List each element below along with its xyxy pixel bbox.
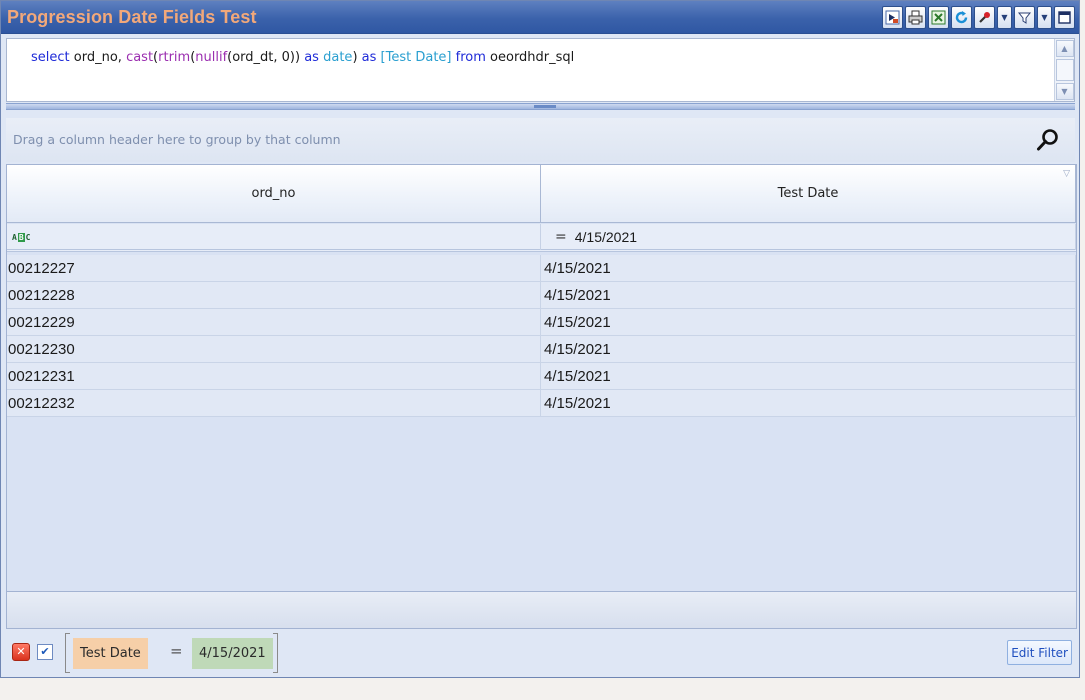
clear-filter-icon[interactable]: ✕ (12, 643, 30, 661)
tools-icon[interactable] (974, 6, 995, 29)
print-icon[interactable] (905, 6, 926, 29)
sql-token: select (31, 50, 70, 65)
column-header-test-date[interactable]: Test Date ▽ (541, 165, 1076, 223)
sql-editor[interactable]: select ord_no, cast(rtrim(nullif(ord_dt,… (6, 38, 1075, 102)
table-row[interactable]: 00212228 4/15/2021 (7, 282, 1076, 309)
column-header-label: Test Date (777, 186, 839, 201)
sql-token: as (304, 50, 319, 65)
dropdown-icon[interactable]: ▼ (1037, 6, 1052, 29)
filter-bar: ✕ ✔ Test Date = 4/15/2021 Edit Filter (6, 631, 1077, 675)
filter-value[interactable]: 4/15/2021 (192, 638, 273, 669)
table-row[interactable]: 00212227 4/15/2021 (7, 255, 1076, 282)
sql-token: from (455, 50, 486, 65)
column-header-ord-no[interactable]: ord_no (7, 165, 541, 223)
group-panel-hint: Drag a column header here to group by th… (13, 132, 341, 147)
grid-footer (6, 592, 1077, 629)
sql-token: cast (126, 50, 154, 65)
cell-test-date[interactable]: 4/15/2021 (541, 255, 1076, 281)
sql-query-text[interactable]: select ord_no, cast(rtrim(nullif(ord_dt,… (31, 50, 574, 65)
sql-token: date (323, 50, 353, 65)
sql-token: as (361, 50, 377, 65)
group-by-panel[interactable]: Drag a column header here to group by th… (6, 118, 1075, 162)
filter-bracket-close (273, 633, 278, 673)
auto-filter-cell-test-date[interactable]: = 4/15/2021 (541, 224, 1076, 250)
excel-export-icon[interactable] (928, 6, 949, 29)
table-row[interactable]: 00212231 4/15/2021 (7, 363, 1076, 390)
sql-token: ord_no, (69, 50, 127, 65)
grid-rows: 00212227 4/15/2021 00212228 4/15/2021 002122… (7, 255, 1076, 417)
cell-ord-no[interactable]: 00212231 (7, 363, 541, 389)
cell-ord-no[interactable]: 00212227 (7, 255, 541, 281)
window-title: Progression Date Fields Test (7, 7, 257, 27)
run-icon[interactable] (882, 6, 903, 29)
refresh-icon[interactable] (951, 6, 972, 29)
cell-test-date[interactable]: 4/15/2021 (541, 336, 1076, 362)
cell-test-date[interactable]: 4/15/2021 (541, 282, 1076, 308)
table-row[interactable]: 00212230 4/15/2021 (7, 336, 1076, 363)
table-row[interactable]: 00212232 4/15/2021 (7, 390, 1076, 417)
cell-ord-no[interactable]: 00212229 (7, 309, 541, 335)
grid-header: ord_no Test Date ▽ (7, 165, 1076, 223)
maximize-icon[interactable] (1054, 6, 1075, 29)
sql-token: (ord_dt, 0)) (227, 50, 305, 65)
filter-operator[interactable]: = (170, 642, 183, 660)
splitter-grip[interactable] (534, 105, 556, 108)
sql-token: [Test Date] (380, 50, 452, 65)
scroll-up-icon[interactable]: ▲ (1055, 40, 1074, 57)
scroll-down-icon[interactable]: ▼ (1055, 83, 1074, 100)
editor-grid-splitter[interactable] (6, 103, 1075, 110)
dropdown-icon[interactable]: ▼ (997, 6, 1012, 29)
filter-field-name[interactable]: Test Date (73, 638, 148, 669)
auto-filter-operator[interactable]: = (555, 229, 567, 245)
cell-ord-no[interactable]: 00212232 (7, 390, 541, 416)
cell-test-date[interactable]: 4/15/2021 (541, 309, 1076, 335)
query-window: Progression Date Fields Test ▼ ▼ select … (0, 0, 1080, 678)
sql-token: ) (352, 50, 362, 65)
cell-test-date[interactable]: 4/15/2021 (541, 363, 1076, 389)
filter-enabled-checkbox[interactable]: ✔ (37, 644, 53, 660)
filter-bracket-open (65, 633, 70, 673)
auto-filter-value[interactable]: 4/15/2021 (575, 229, 637, 245)
title-bar: Progression Date Fields Test ▼ ▼ (1, 1, 1079, 34)
sql-token: nullif (195, 50, 228, 65)
results-grid[interactable]: ord_no Test Date ▽ ABC = 4/15/2021 00212… (6, 164, 1077, 592)
cell-ord-no[interactable]: 00212230 (7, 336, 541, 362)
title-toolbar: ▼ ▼ (882, 6, 1075, 29)
sql-token: rtrim (158, 50, 191, 65)
sql-token: oeordhdr_sql (485, 50, 575, 65)
column-filter-icon[interactable]: ▽ (1063, 169, 1070, 179)
edit-filter-button[interactable]: Edit Filter (1007, 640, 1072, 665)
search-icon[interactable] (1035, 127, 1061, 153)
auto-filter-cell-ord-no[interactable]: ABC (7, 224, 541, 250)
text-filter-icon[interactable]: ABC (12, 232, 30, 242)
editor-scrollbar[interactable]: ▲ ▼ (1054, 39, 1074, 101)
auto-filter-row: ABC = 4/15/2021 (7, 224, 1076, 252)
cell-ord-no[interactable]: 00212228 (7, 282, 541, 308)
scroll-thumb[interactable] (1055, 59, 1074, 81)
table-row[interactable]: 00212229 4/15/2021 (7, 309, 1076, 336)
filter-icon[interactable] (1014, 6, 1035, 29)
cell-test-date[interactable]: 4/15/2021 (541, 390, 1076, 416)
